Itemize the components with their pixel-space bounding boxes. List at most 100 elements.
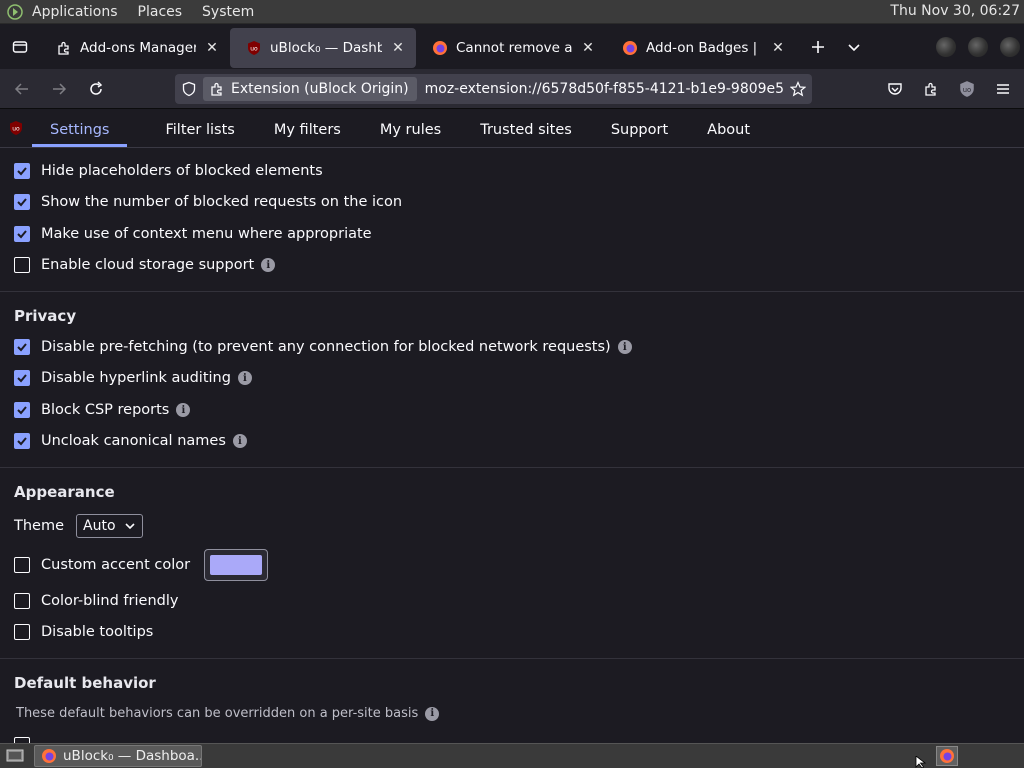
taskbar-item-firefox[interactable]: uBlock₀ — Dashboa... — [34, 745, 202, 767]
system-taskbar: uBlock₀ — Dashboa... — [0, 743, 1024, 768]
tab-my-filters[interactable]: My filters — [274, 122, 341, 147]
tab-about[interactable]: About — [707, 122, 750, 147]
tracking-protection-icon[interactable] — [175, 81, 203, 97]
url-bar[interactable]: Extension (uBlock Origin) moz-extension:… — [175, 74, 812, 104]
tab-support[interactable]: Support — [611, 122, 668, 147]
browser-tab-bar: Add-ons Manager ✕ uo uBlock₀ — Dashboard… — [0, 25, 1024, 69]
reload-button[interactable] — [81, 74, 111, 104]
svg-text:uo: uo — [250, 46, 258, 53]
checkbox[interactable] — [14, 370, 30, 386]
info-icon[interactable]: i — [176, 403, 191, 417]
close-icon[interactable]: ✕ — [770, 40, 786, 56]
tab-ublock-dashboard[interactable]: uo uBlock₀ — Dashboard ✕ — [230, 28, 416, 68]
tab-title: Cannot remove an add — [456, 40, 572, 56]
divider — [0, 658, 1024, 659]
setting-label: Block CSP reports — [41, 402, 170, 418]
bookmark-star-icon[interactable] — [784, 81, 812, 97]
system-logo-icon[interactable] — [6, 3, 24, 21]
info-icon[interactable]: i — [617, 340, 632, 354]
setting-disable-prefetching[interactable]: Disable pre-fetching (to prevent any con… — [14, 339, 632, 355]
menu-applications[interactable]: Applications — [32, 4, 118, 20]
ublock-toolbar-button[interactable]: uo — [952, 74, 982, 104]
taskbar-item-label: uBlock₀ — Dashboa... — [63, 748, 202, 764]
checkbox[interactable] — [14, 624, 30, 640]
app-menu-button[interactable] — [988, 74, 1018, 104]
arrow-right-icon — [53, 82, 67, 95]
firefox-view-button[interactable] — [0, 25, 40, 69]
tab-addons-manager[interactable]: Add-ons Manager ✕ — [40, 28, 230, 68]
checkbox[interactable] — [14, 433, 30, 449]
close-icon[interactable]: ✕ — [204, 40, 220, 56]
chevron-down-icon — [848, 44, 860, 52]
hamburger-menu-icon — [997, 84, 1009, 94]
accent-color-picker[interactable] — [204, 549, 269, 581]
setting-context-menu[interactable]: Make use of context menu where appropria… — [14, 226, 372, 242]
tab-my-rules[interactable]: My rules — [380, 122, 441, 147]
setting-hyperlink-auditing[interactable]: Disable hyperlink auditing i — [14, 370, 252, 386]
menu-places[interactable]: Places — [138, 4, 183, 20]
info-icon[interactable]: i — [232, 434, 247, 448]
theme-label: Theme — [14, 518, 65, 534]
info-icon[interactable]: i — [261, 258, 276, 272]
checkbox[interactable] — [14, 226, 30, 242]
setting-colorblind[interactable]: Color-blind friendly — [14, 593, 178, 609]
ublock-logo-icon: uo — [10, 121, 22, 135]
minimize-button[interactable] — [936, 37, 956, 57]
maximize-button[interactable] — [968, 37, 988, 57]
info-icon[interactable]: i — [237, 371, 252, 385]
tab-cannot-remove[interactable]: Cannot remove an add ✕ — [416, 28, 606, 68]
tab-settings[interactable]: Settings — [32, 122, 128, 147]
setting-hide-placeholders[interactable]: Hide placeholders of blocked elements — [14, 163, 323, 179]
close-window-button[interactable] — [1000, 37, 1020, 57]
setting-label: Uncloak canonical names — [41, 433, 226, 449]
close-icon[interactable]: ✕ — [580, 40, 596, 56]
navigation-toolbar: Extension (uBlock Origin) moz-extension:… — [0, 69, 1024, 109]
back-button[interactable] — [7, 74, 37, 104]
checkbox[interactable] — [14, 593, 30, 609]
pocket-button[interactable] — [880, 74, 910, 104]
checkbox[interactable] — [14, 163, 30, 179]
url-text[interactable]: moz-extension://6578d50f-f855-4121-b1e9-… — [425, 81, 784, 97]
setting-cloud-storage[interactable]: Enable cloud storage support i — [14, 257, 276, 273]
pocket-icon — [888, 83, 902, 95]
setting-label: Show the number of blocked requests on t… — [41, 194, 403, 210]
default-behavior-note: These default behaviors can be overridde… — [16, 706, 440, 721]
svg-text:uo: uo — [12, 126, 20, 133]
tab-addon-badges[interactable]: Add-on Badges | Firefo ✕ — [606, 28, 796, 68]
theme-select[interactable]: Auto — [76, 514, 143, 538]
checkbox[interactable] — [14, 402, 30, 418]
tab-title: Add-on Badges | Firefo — [646, 40, 762, 56]
forward-button[interactable] — [44, 74, 74, 104]
setting-block-csp-reports[interactable]: Block CSP reports i — [14, 402, 191, 418]
tab-trusted-sites[interactable]: Trusted sites — [480, 122, 572, 147]
desktop-icon — [6, 749, 24, 762]
list-all-tabs-button[interactable] — [840, 33, 868, 61]
setting-theme: Theme Auto — [14, 514, 143, 538]
clock[interactable]: Thu Nov 30, 06:27 — [890, 3, 1020, 19]
section-heading-privacy: Privacy — [14, 307, 77, 325]
tab-title: uBlock₀ — Dashboard — [270, 40, 382, 56]
setting-label: Custom accent color — [41, 557, 191, 573]
checkbox[interactable] — [14, 557, 30, 573]
setting-show-blocked-count[interactable]: Show the number of blocked requests on t… — [14, 194, 402, 210]
setting-disable-tooltips[interactable]: Disable tooltips — [14, 624, 153, 640]
extensions-button[interactable] — [916, 74, 946, 104]
close-icon[interactable]: ✕ — [390, 40, 406, 56]
toolbar-right: uo — [874, 74, 1018, 104]
checkbox[interactable] — [14, 257, 30, 273]
checkbox[interactable] — [14, 194, 30, 210]
checkbox[interactable] — [14, 339, 30, 355]
setting-label: Hide placeholders of blocked elements — [41, 163, 323, 179]
setting-custom-accent[interactable]: Custom accent color — [14, 549, 269, 581]
tab-filter-lists[interactable]: Filter lists — [165, 122, 234, 147]
setting-uncloak-canonical[interactable]: Uncloak canonical names i — [14, 433, 247, 449]
info-icon[interactable]: i — [425, 706, 440, 721]
firefox-icon — [42, 749, 56, 763]
menu-system[interactable]: System — [202, 4, 254, 20]
new-tab-button[interactable] — [804, 33, 832, 61]
reload-icon — [90, 80, 103, 95]
tray-firefox[interactable] — [936, 746, 958, 766]
identity-box[interactable]: Extension (uBlock Origin) — [203, 77, 417, 101]
note-text: These default behaviors can be overridde… — [16, 706, 419, 721]
show-desktop-button[interactable] — [2, 745, 28, 767]
